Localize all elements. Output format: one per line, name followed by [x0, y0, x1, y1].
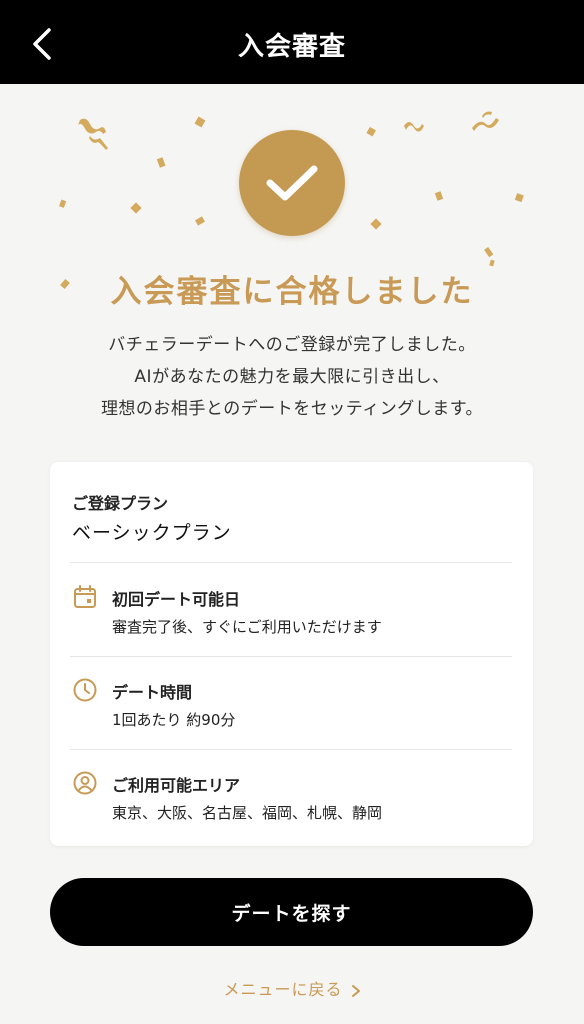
detail-value: 東京、大阪、名古屋、福岡、札幌、静岡	[112, 804, 383, 822]
page-title: 入会審査	[237, 32, 346, 62]
description-line-2: AIがあなたの魅力を最大限に引き出し、	[134, 367, 450, 387]
detail-value: 審査完了後、すぐにご利用いただけます	[112, 618, 382, 636]
back-to-menu-link[interactable]: メニューに戻る	[0, 976, 584, 1000]
plan-value: ベーシックプラン	[72, 522, 232, 544]
detail-row-first-date: 初回デート可能日 審査完了後、すぐにご利用いただけます	[72, 584, 512, 654]
checkmark-icon	[266, 165, 318, 201]
detail-title: 初回デート可能日	[112, 590, 241, 609]
menu-link-label: メニューに戻る	[223, 980, 343, 999]
divider	[70, 656, 512, 657]
clock-icon	[73, 678, 97, 702]
detail-title: デート時間	[112, 683, 193, 702]
detail-row-area: ご利用可能エリア 東京、大阪、名古屋、福岡、札幌、静岡	[72, 770, 512, 840]
chevron-right-icon	[351, 984, 360, 997]
plan-label: ご登録プラン	[72, 494, 169, 513]
description-line-1: バチェラーデートへのご登録が完了しました。	[108, 335, 476, 355]
success-heading: 入会審査に合格しました	[110, 274, 474, 310]
detail-row-date-time: デート時間 1回あたり 約90分	[72, 677, 512, 747]
detail-value: 1回あたり 約90分	[112, 711, 236, 729]
description-line-3: 理想のお相手とのデートをセッティングします。	[100, 399, 484, 419]
detail-title: ご利用可能エリア	[112, 776, 241, 795]
calendar-icon	[74, 585, 96, 608]
find-date-button[interactable]: デートを探す	[50, 878, 533, 946]
success-check-badge	[239, 130, 345, 236]
user-circle-icon	[73, 771, 97, 795]
app-header: 入会審査	[0, 0, 584, 84]
plan-info-card: ご登録プラン ベーシックプラン 初回デート可能日 審査完了後、すぐにご利用いただ…	[50, 462, 533, 846]
divider	[70, 562, 512, 563]
divider	[70, 749, 512, 750]
